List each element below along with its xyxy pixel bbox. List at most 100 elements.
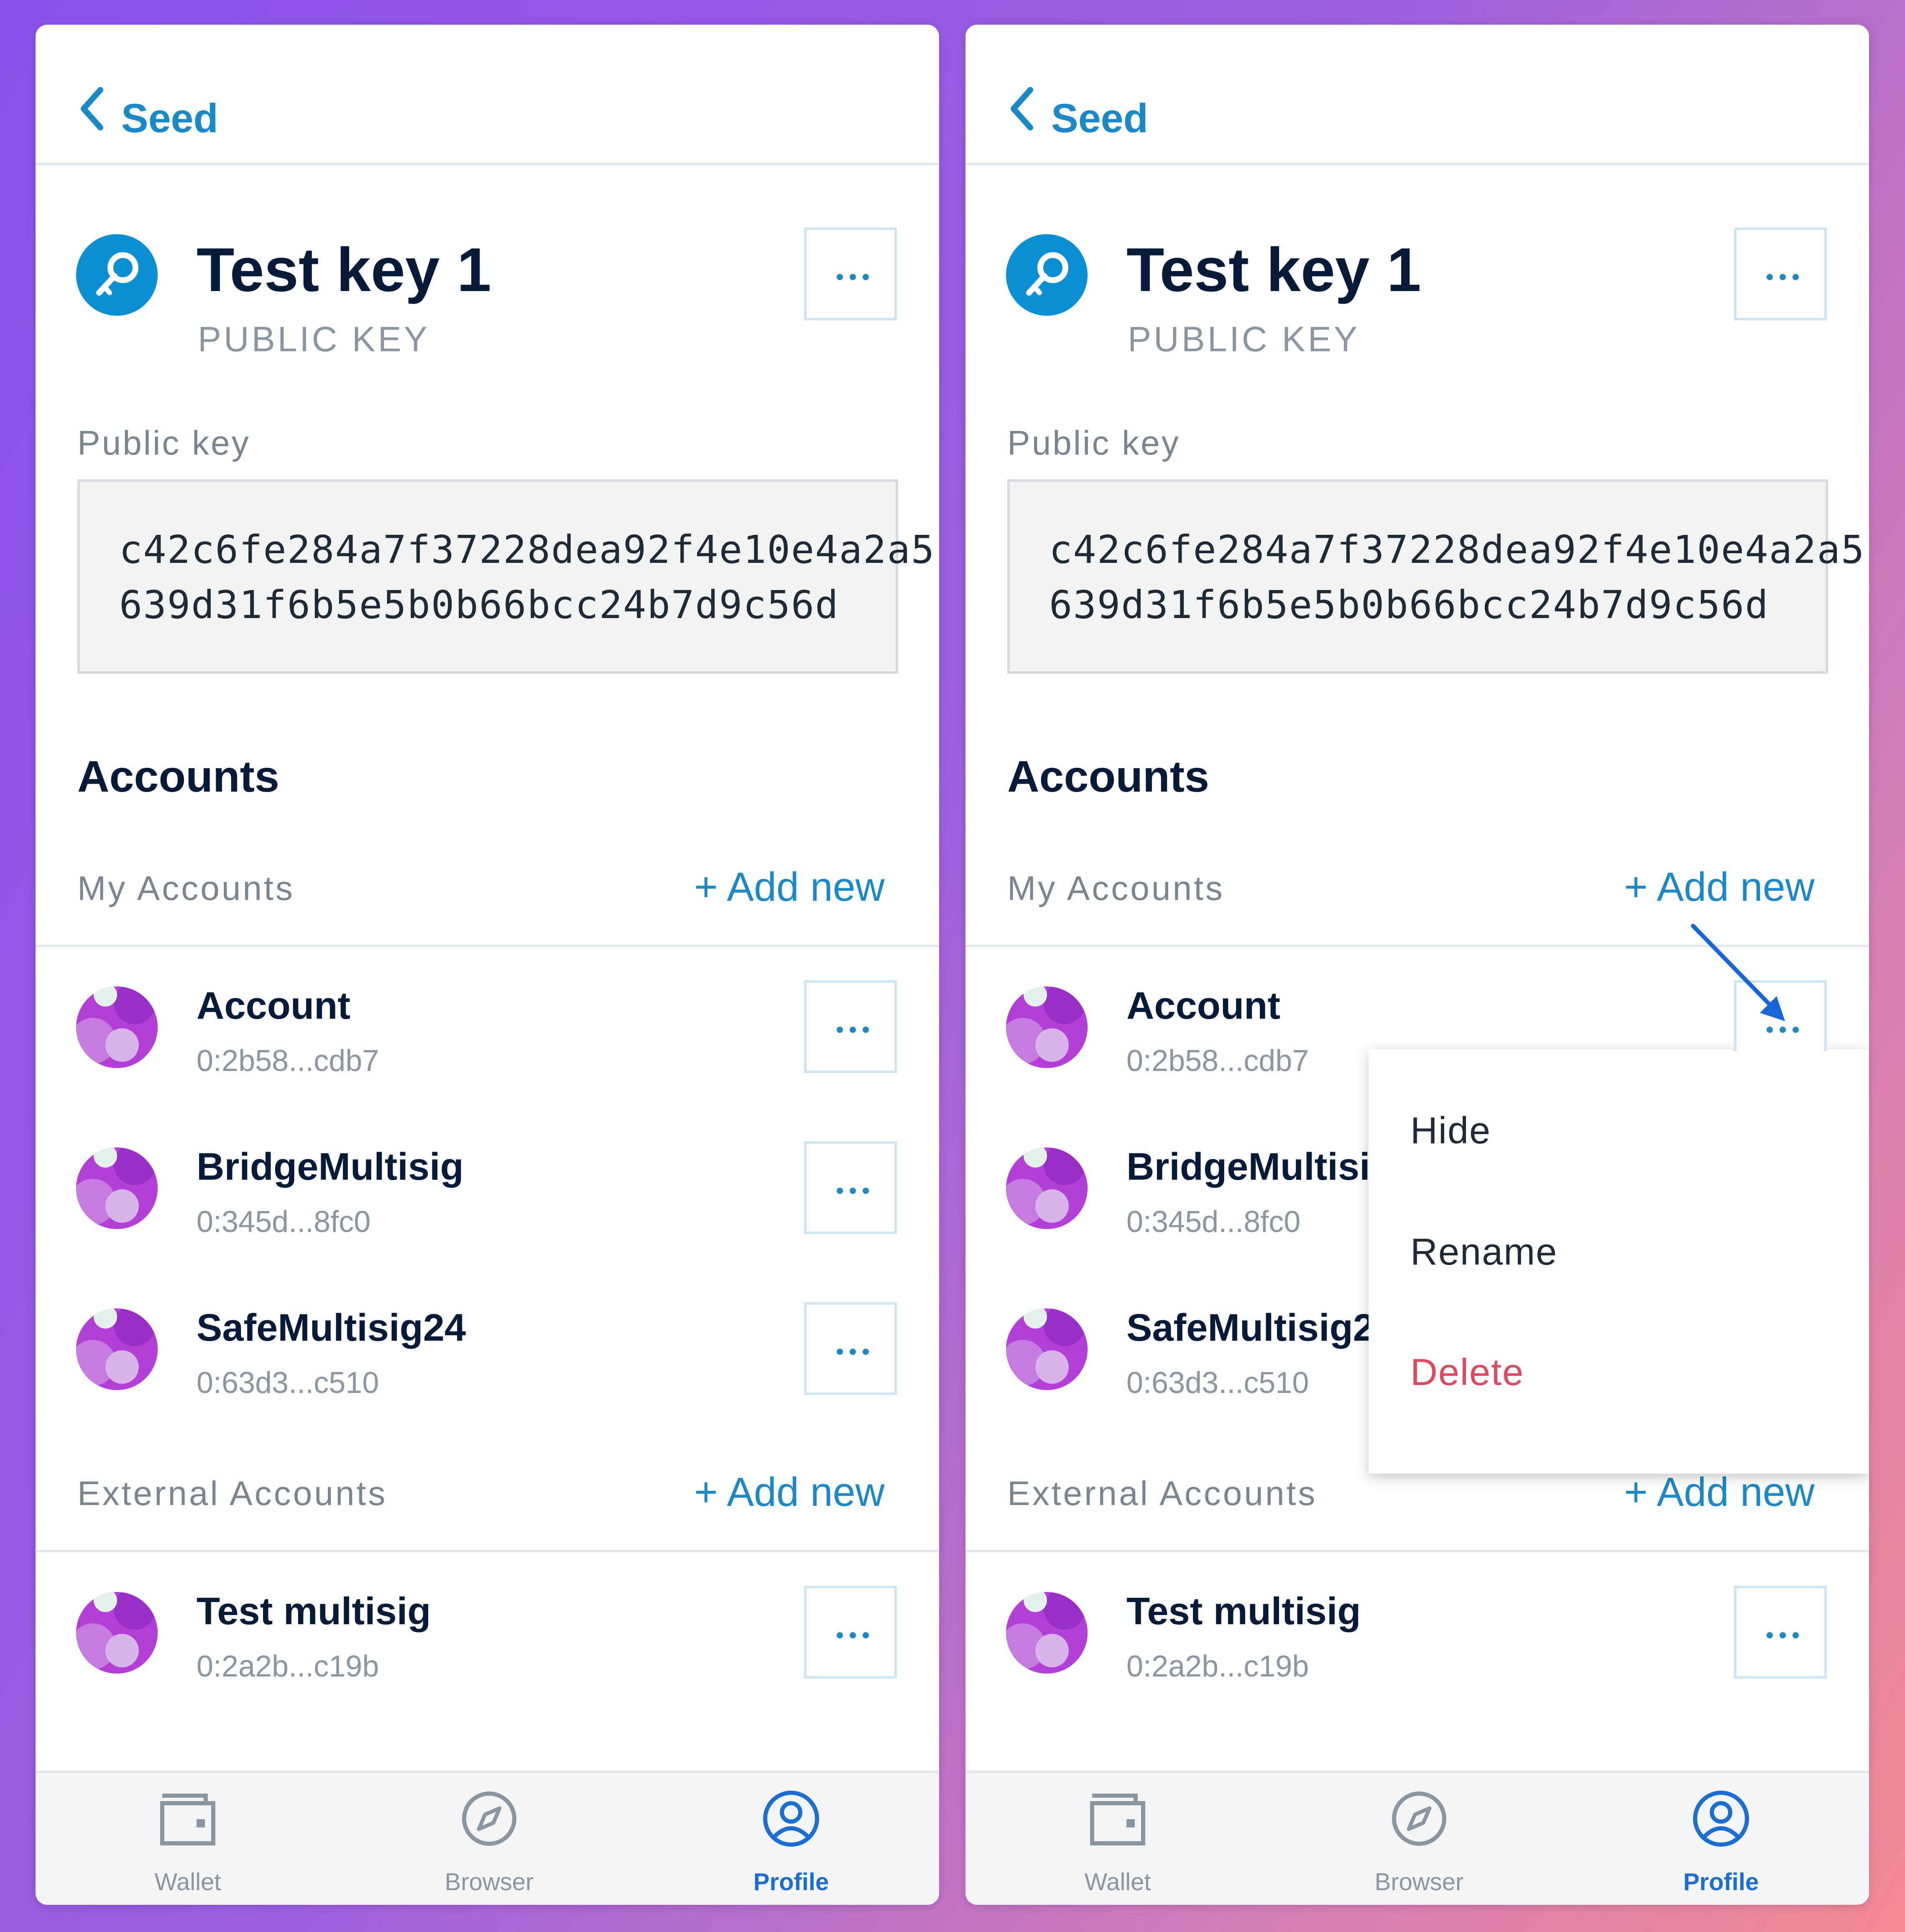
pointer-arrow-icon	[1691, 924, 1785, 1021]
avatar-pattern-icon	[76, 1592, 158, 1674]
account-address: 0:345d...8fc0	[1126, 1205, 1301, 1239]
account-context-menu: Hide Rename Delete	[1369, 1049, 1869, 1474]
account-avatar	[76, 986, 158, 1068]
account-name[interactable]: BridgeMultisig	[197, 1147, 464, 1186]
avatar-pattern-icon	[1006, 1592, 1088, 1674]
key-detail-screen-right: Seed Test key 1 PUBLIC KEY Public key c4…	[965, 25, 1869, 1905]
key-title: Test key 1	[197, 235, 491, 304]
account-name[interactable]: SafeMultisig24	[1126, 1308, 1396, 1347]
back-chevron-icon[interactable]	[1001, 77, 1039, 140]
back-button-label[interactable]: Seed	[1051, 98, 1148, 138]
account-name[interactable]: SafeMultisig24	[197, 1308, 466, 1347]
divider	[36, 1550, 939, 1552]
account-address: 0:2a2b...c19b	[1126, 1650, 1309, 1683]
key-icon	[1026, 252, 1068, 296]
avatar-pattern-icon	[1006, 986, 1088, 1068]
tab-label: Browser	[444, 1868, 534, 1896]
header-bar	[36, 25, 939, 165]
tab-browser[interactable]: Browser	[1375, 1787, 1463, 1894]
tab-label: Wallet	[154, 1868, 221, 1896]
my-accounts-label: My Accounts	[77, 869, 295, 907]
tab-label: Browser	[1374, 1868, 1464, 1896]
tab-wallet[interactable]: Wallet	[1085, 1787, 1151, 1894]
account-more-button[interactable]	[804, 980, 897, 1073]
account-avatar	[1006, 1592, 1088, 1674]
account-avatar	[1006, 986, 1088, 1068]
wallet-icon	[160, 1794, 215, 1845]
avatar-pattern-icon	[76, 1147, 158, 1229]
header-bar	[965, 25, 1869, 165]
account-avatar	[76, 1308, 158, 1390]
more-dots-icon	[837, 274, 843, 280]
account-name[interactable]: Test multisig	[1126, 1592, 1361, 1630]
account-more-button[interactable]	[804, 1586, 897, 1679]
avatar-pattern-icon	[76, 1308, 158, 1390]
external-accounts-label: External Accounts	[77, 1475, 388, 1513]
accounts-title: Accounts	[77, 752, 279, 801]
tab-profile[interactable]: Profile	[1683, 1787, 1759, 1894]
more-dots-icon	[837, 1632, 843, 1638]
compass-icon	[462, 1791, 516, 1846]
more-dots-icon	[837, 1027, 843, 1033]
key-avatar	[76, 234, 158, 316]
public-key-line-2: 639d31f6b5e5b0b66bcc24b7d9c56d	[119, 583, 839, 627]
tab-browser[interactable]: Browser	[445, 1787, 534, 1894]
key-more-button[interactable]	[804, 227, 897, 320]
account-address: 0:345d...8fc0	[197, 1205, 371, 1239]
account-name[interactable]: Account	[1126, 986, 1280, 1025]
public-key-line-2: 639d31f6b5e5b0b66bcc24b7d9c56d	[1049, 583, 1769, 627]
tab-profile[interactable]: Profile	[753, 1787, 829, 1894]
add-my-account-button[interactable]: + Add new	[694, 866, 885, 907]
menu-item-rename[interactable]: Rename	[1410, 1233, 1558, 1271]
public-key-line-1: c42c6fe284a7f37228dea92f4e10e4a2a5	[119, 527, 935, 572]
account-avatar	[1006, 1308, 1088, 1390]
public-key-label: Public key	[1007, 424, 1180, 462]
avatar-pattern-icon	[1006, 1308, 1088, 1390]
add-external-account-button[interactable]: + Add new	[694, 1472, 885, 1512]
account-more-button[interactable]	[804, 1141, 897, 1234]
back-button-label[interactable]: Seed	[121, 98, 218, 138]
account-address: 0:2b58...cdb7	[1126, 1044, 1309, 1078]
profile-icon	[1693, 1791, 1749, 1847]
accounts-title: Accounts	[1007, 752, 1209, 801]
account-name[interactable]: Test multisig	[197, 1592, 431, 1630]
menu-item-delete[interactable]: Delete	[1410, 1354, 1524, 1391]
account-more-button[interactable]	[804, 1302, 897, 1395]
more-dots-icon	[1767, 274, 1773, 280]
tab-label: Profile	[1683, 1868, 1759, 1896]
account-name[interactable]: Account	[197, 986, 350, 1025]
back-chevron-icon[interactable]	[71, 77, 109, 140]
add-my-account-button[interactable]: + Add new	[1624, 866, 1815, 907]
avatar-pattern-icon	[76, 986, 158, 1068]
public-key-box[interactable]	[1007, 479, 1828, 674]
divider	[965, 1550, 1869, 1552]
more-dots-icon	[837, 1188, 843, 1194]
menu-item-hide[interactable]: Hide	[1410, 1112, 1491, 1150]
key-more-button[interactable]	[1734, 227, 1827, 320]
account-address: 0:63d3...c510	[1126, 1366, 1309, 1400]
account-avatar	[76, 1592, 158, 1674]
tab-wallet[interactable]: Wallet	[155, 1787, 221, 1894]
account-avatar	[76, 1147, 158, 1229]
key-icon	[96, 252, 138, 296]
key-type-label: PUBLIC KEY	[198, 319, 430, 359]
my-accounts-label: My Accounts	[1007, 869, 1225, 907]
more-dots-icon	[837, 1349, 843, 1355]
account-name[interactable]: BridgeMultisig	[1126, 1147, 1394, 1186]
account-address: 0:63d3...c510	[197, 1366, 379, 1400]
account-address: 0:2b58...cdb7	[197, 1044, 379, 1078]
account-more-button[interactable]	[1734, 1586, 1827, 1679]
divider	[36, 945, 939, 947]
account-avatar	[1006, 1147, 1088, 1229]
key-title: Test key 1	[1126, 235, 1421, 304]
public-key-box[interactable]	[77, 479, 898, 674]
public-key-label: Public key	[77, 424, 250, 462]
key-detail-screen-left: Seed Test key 1 PUBLIC KEY Public key c4…	[36, 25, 939, 1905]
key-type-label: PUBLIC KEY	[1128, 319, 1360, 359]
add-external-account-button[interactable]: + Add new	[1624, 1472, 1815, 1512]
public-key-line-1: c42c6fe284a7f37228dea92f4e10e4a2a5	[1049, 527, 1865, 572]
avatar-pattern-icon	[1006, 1147, 1088, 1229]
external-accounts-label: External Accounts	[1007, 1475, 1318, 1513]
account-address: 0:2a2b...c19b	[197, 1650, 379, 1683]
wallet-icon	[1090, 1794, 1145, 1845]
